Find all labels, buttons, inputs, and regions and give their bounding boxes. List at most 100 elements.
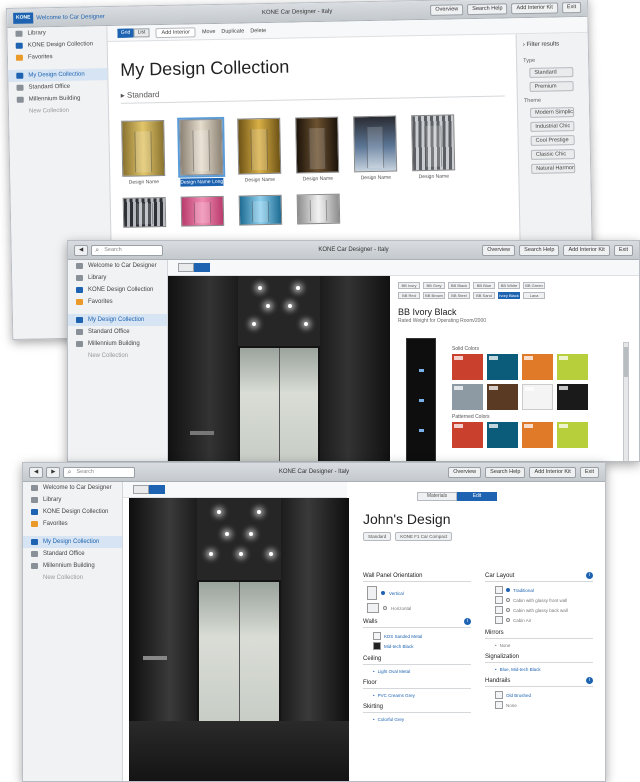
finish-tab[interactable]: BB Black bbox=[448, 282, 470, 289]
sidebar-item-my-collection[interactable]: My Design Collection bbox=[23, 536, 122, 548]
finish-tab[interactable]: BB Ivory bbox=[398, 282, 420, 289]
tab-materials[interactable]: Materials bbox=[417, 492, 457, 501]
sidebar-item-millennium[interactable]: Millennium Building bbox=[68, 338, 167, 350]
layout-option[interactable]: Traditional bbox=[495, 586, 593, 594]
info-icon[interactable]: i bbox=[586, 572, 593, 579]
view-toggle[interactable] bbox=[133, 485, 165, 494]
sidebar-item-millennium[interactable]: Millennium Building bbox=[23, 560, 122, 572]
filter-chip[interactable]: Natural Harmony bbox=[531, 163, 576, 174]
sidebar-item-welcome[interactable]: Welcome to Car Designer bbox=[68, 260, 167, 272]
design-thumbnail-selected[interactable]: Design Name Long Name bbox=[177, 116, 238, 187]
filter-chip[interactable]: Cool Prestige bbox=[530, 135, 575, 146]
finish-tab[interactable]: Lava bbox=[523, 292, 545, 299]
orientation-option[interactable]: Horizontal bbox=[367, 603, 471, 613]
duplicate-button[interactable]: Duplicate bbox=[221, 28, 244, 34]
search-help-button[interactable]: Search Help bbox=[467, 3, 508, 16]
color-swatch[interactable] bbox=[522, 354, 553, 380]
finish-tab-active[interactable]: Ivory Black bbox=[498, 292, 520, 299]
exit-button[interactable]: Exit bbox=[613, 245, 633, 256]
filter-chip[interactable]: Industrial Chic bbox=[530, 121, 575, 132]
wall-option[interactable]: Mid-tech Black bbox=[373, 642, 471, 650]
delete-button[interactable]: Delete bbox=[250, 28, 266, 34]
color-swatch[interactable] bbox=[452, 422, 483, 448]
layout-option[interactable]: Cabin with glassy back wall bbox=[495, 606, 593, 614]
color-swatch[interactable] bbox=[557, 354, 588, 380]
exit-button[interactable]: Exit bbox=[579, 467, 599, 478]
sidebar-item-new-collection[interactable]: New Collection bbox=[9, 104, 108, 118]
tab-edit[interactable]: Edit bbox=[457, 492, 497, 501]
info-icon[interactable]: i bbox=[464, 618, 471, 625]
view-toggle[interactable] bbox=[178, 263, 210, 272]
color-swatch[interactable] bbox=[487, 354, 518, 380]
sidebar-item-kone-collection[interactable]: KONE Design Collection bbox=[23, 506, 122, 518]
info-icon[interactable]: i bbox=[586, 677, 593, 684]
design-thumbnail[interactable]: Design Name bbox=[295, 116, 340, 185]
finish-tab[interactable]: BB Sand bbox=[473, 292, 495, 299]
move-button[interactable]: Move bbox=[202, 28, 216, 34]
grid-view-button[interactable]: Grid bbox=[117, 28, 134, 38]
scrollbar[interactable] bbox=[623, 342, 629, 461]
color-swatch[interactable] bbox=[452, 354, 483, 380]
sidebar-item-favorites[interactable]: Favorites bbox=[68, 296, 167, 308]
finish-tab[interactable]: BB White bbox=[498, 282, 520, 289]
orientation-option[interactable]: Vertical bbox=[367, 586, 471, 600]
finish-tab[interactable]: BB Brown bbox=[423, 292, 445, 299]
overview-button[interactable]: Overview bbox=[448, 467, 482, 478]
color-swatch[interactable] bbox=[557, 384, 588, 410]
search-help-button[interactable]: Search Help bbox=[485, 467, 526, 478]
sidebar-item-new-collection[interactable]: New Collection bbox=[23, 572, 122, 584]
sidebar-item-library[interactable]: Library bbox=[68, 272, 167, 284]
sidebar-item-my-collection[interactable]: My Design Collection bbox=[68, 314, 167, 326]
handrail-option[interactable]: Old Brushed bbox=[495, 691, 593, 699]
design-thumbnail[interactable]: Design Name bbox=[353, 115, 398, 184]
color-swatch[interactable] bbox=[487, 422, 518, 448]
view-toggle[interactable]: Grid List bbox=[117, 28, 150, 38]
filter-chip[interactable]: Modern Simplicity bbox=[530, 107, 575, 118]
skirting-option[interactable]: • Colorful Grey bbox=[373, 717, 471, 722]
mirror-option[interactable]: • None bbox=[495, 643, 593, 648]
overview-button[interactable]: Overview bbox=[430, 4, 464, 16]
color-swatch[interactable] bbox=[487, 384, 518, 410]
view-option-active[interactable] bbox=[194, 263, 210, 272]
color-swatch[interactable] bbox=[557, 422, 588, 448]
add-interior-kit-button[interactable]: Add Interior Kit bbox=[511, 2, 559, 15]
scroll-thumb[interactable] bbox=[624, 347, 628, 377]
layout-option[interactable]: Cabin with glassy front wall bbox=[495, 596, 593, 604]
finish-tab[interactable]: BB Blue bbox=[473, 282, 495, 289]
wall-option[interactable]: KDS Sanded Metal bbox=[373, 632, 471, 640]
handrail-option[interactable]: None bbox=[495, 701, 593, 709]
design-thumbnail[interactable] bbox=[122, 196, 167, 228]
view-option[interactable] bbox=[133, 485, 149, 494]
finish-tab[interactable]: BB Grey bbox=[423, 282, 445, 289]
view-option[interactable] bbox=[178, 263, 194, 272]
add-interior-kit-button[interactable]: Add Interior Kit bbox=[529, 467, 576, 478]
sidebar-item-favorites[interactable]: Favorites bbox=[23, 518, 122, 530]
filter-chip[interactable]: Classic Chic bbox=[530, 149, 576, 160]
design-thumbnail[interactable] bbox=[180, 195, 225, 227]
design-thumbnail[interactable]: Design Name bbox=[411, 114, 456, 182]
sidebar-item-kone-collection[interactable]: KONE Design Collection bbox=[68, 284, 167, 296]
sidebar-item-welcome[interactable]: Welcome to Car Designer bbox=[23, 482, 122, 494]
list-view-button[interactable]: List bbox=[133, 28, 150, 38]
design-thumbnail[interactable] bbox=[296, 193, 341, 225]
color-swatch[interactable] bbox=[452, 384, 483, 410]
elevator-preview[interactable] bbox=[129, 498, 349, 781]
design-thumbnail[interactable]: Design Name bbox=[121, 119, 166, 188]
sidebar-item-standard-office[interactable]: Standard Office bbox=[23, 548, 122, 560]
finish-tab[interactable]: BB Steel bbox=[448, 292, 470, 299]
color-swatch[interactable] bbox=[522, 422, 553, 448]
filter-chip[interactable]: Premium bbox=[529, 81, 574, 92]
filter-title[interactable]: › Filter results bbox=[523, 41, 582, 48]
add-interior-button[interactable]: Add Interior bbox=[155, 26, 197, 38]
search-help-button[interactable]: Search Help bbox=[519, 245, 560, 256]
design-thumbnail[interactable] bbox=[238, 194, 283, 226]
sidebar-item-library[interactable]: Library bbox=[23, 494, 122, 506]
finish-tab[interactable]: BB Green bbox=[523, 282, 545, 289]
view-option-active[interactable] bbox=[149, 485, 165, 494]
floor-option[interactable]: • PVC Creams Grey bbox=[373, 693, 471, 698]
sidebar-item-standard-office[interactable]: Standard Office bbox=[68, 326, 167, 338]
finish-tab[interactable]: BB Red bbox=[398, 292, 420, 299]
layout-option[interactable]: Cabin Air bbox=[495, 616, 593, 624]
exit-button[interactable]: Exit bbox=[561, 1, 582, 14]
color-swatch[interactable] bbox=[522, 384, 553, 410]
